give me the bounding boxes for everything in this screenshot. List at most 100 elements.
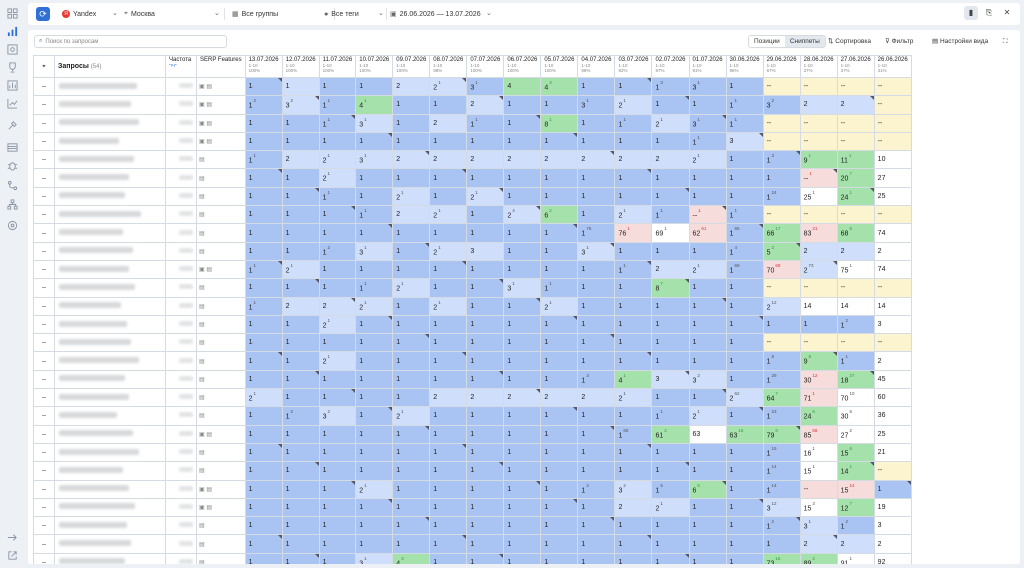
position-cell[interactable]: 1 <box>392 333 431 353</box>
position-cell[interactable]: --1 <box>688 205 727 225</box>
table-row[interactable]: – ▣ ▤ 1 1 1 1 1 1 1 1 1 1 1 1 11 3 -- -- -- -- <box>33 131 912 152</box>
collapse-toggle[interactable]: – <box>33 406 55 426</box>
position-cell[interactable]: 12 <box>318 241 357 261</box>
position-cell[interactable]: 1 <box>355 131 394 152</box>
position-cell[interactable]: 2 <box>836 95 875 115</box>
position-cell[interactable]: 25 <box>873 424 912 444</box>
position-cell[interactable]: 1 <box>281 131 320 152</box>
position-cell[interactable]: 1 <box>614 351 653 371</box>
position-cell[interactable]: 6617 <box>762 223 801 243</box>
position-cell[interactable]: 1 <box>281 442 320 463</box>
position-cell[interactable]: 1 <box>651 241 690 261</box>
position-cell[interactable]: 711 <box>799 388 838 408</box>
position-cell[interactable]: 1 <box>651 461 690 481</box>
table-row[interactable]: – ▤ 1 1 21 1 1 1 1 1 1 1 1 1 1 1 18 98 11 2 <box>33 351 912 371</box>
trend-icon[interactable] <box>6 98 18 110</box>
serp-features-cell[interactable]: ▤ <box>196 241 246 261</box>
date-column-header[interactable]: 04.07.2026 1-10 98% <box>577 55 616 78</box>
position-cell[interactable]: 21 <box>651 497 690 518</box>
position-cell[interactable]: 1 <box>725 296 764 316</box>
position-cell[interactable]: -- <box>836 278 875 298</box>
position-cell[interactable]: 11 <box>318 95 357 115</box>
position-cell[interactable]: 1 <box>429 278 468 298</box>
position-cell[interactable]: 1 <box>244 76 283 97</box>
position-cell[interactable]: 1 <box>318 369 357 390</box>
position-cell[interactable]: 45 <box>873 369 912 390</box>
position-cell[interactable]: 11 <box>466 113 505 133</box>
position-cell[interactable]: 65 <box>688 479 727 499</box>
position-cell[interactable]: 19 <box>873 497 912 518</box>
query-cell[interactable] <box>54 479 166 499</box>
position-cell[interactable]: 1 <box>577 442 616 463</box>
position-cell[interactable]: 1 <box>873 479 912 499</box>
position-cell[interactable]: 1 <box>503 424 542 444</box>
position-cell[interactable]: 1 <box>577 314 616 335</box>
position-cell[interactable]: 1 <box>392 424 431 444</box>
date-column-header[interactable]: 29.06.2026 1-10 67% <box>762 55 801 78</box>
query-cell[interactable] <box>54 113 166 133</box>
tab-snippets[interactable]: Сниппеты <box>784 36 825 47</box>
position-cell[interactable]: 1 <box>281 552 320 564</box>
position-cell[interactable]: 1 <box>540 168 579 188</box>
position-cell[interactable]: 7316 <box>762 552 801 564</box>
position-cell[interactable]: 21 <box>392 406 431 426</box>
position-cell[interactable]: -- <box>799 76 838 97</box>
date-column-header[interactable]: 27.06.2026 1-10 37% <box>836 55 875 78</box>
position-cell[interactable]: 1 <box>503 296 542 316</box>
position-cell[interactable]: 1 <box>392 223 431 243</box>
position-cell[interactable]: 21 <box>318 314 357 335</box>
collapse-toggle[interactable]: – <box>33 241 55 261</box>
position-cell[interactable]: 1 <box>725 534 764 554</box>
collapse-toggle[interactable]: – <box>33 259 55 280</box>
position-cell[interactable]: 1 <box>651 534 690 554</box>
position-cell[interactable]: 1 <box>392 168 431 188</box>
date-column-header[interactable]: 13.07.2026 1-10 100% <box>244 55 283 78</box>
serp-features-cell[interactable]: ▤ <box>196 150 246 170</box>
position-cell[interactable]: -- <box>762 205 801 225</box>
query-cell[interactable] <box>54 223 166 243</box>
position-cell[interactable]: 12 <box>577 479 616 499</box>
position-cell[interactable]: 32 <box>281 95 320 115</box>
position-cell[interactable]: 1 <box>244 186 283 207</box>
position-cell[interactable]: 1 <box>355 223 394 243</box>
serp-features-cell[interactable]: ▣ ▤ <box>196 497 246 518</box>
position-cell[interactable]: 6316 <box>725 424 764 444</box>
position-cell[interactable]: 1 <box>540 95 579 115</box>
position-cell[interactable]: 21 <box>318 168 357 188</box>
position-cell[interactable]: 123 <box>762 406 801 426</box>
position-cell[interactable]: 12 <box>244 95 283 115</box>
position-cell[interactable]: 1 <box>540 552 579 564</box>
date-column-header[interactable]: 28.06.2026 1-10 37% <box>799 55 838 78</box>
position-cell[interactable]: 27 <box>873 168 912 188</box>
position-cell[interactable]: -- <box>799 479 838 499</box>
position-cell[interactable]: 11 <box>318 113 357 133</box>
position-cell[interactable]: 1 <box>651 516 690 536</box>
date-column-header[interactable]: 07.07.2026 1-10 100% <box>466 55 505 78</box>
position-cell[interactable]: 11 <box>836 351 875 371</box>
position-cell[interactable]: 124 <box>762 186 801 207</box>
export-icon[interactable]: ⎘ <box>982 6 996 20</box>
position-cell[interactable]: 1 <box>318 552 357 564</box>
position-cell[interactable]: 153 <box>799 497 838 518</box>
position-cell[interactable]: 1 <box>318 278 357 298</box>
position-cell[interactable]: 1 <box>614 552 653 564</box>
crosshair-icon[interactable]: ⌖ <box>33 55 55 78</box>
position-cell[interactable]: 6261 <box>688 223 727 243</box>
query-cell[interactable] <box>54 314 166 335</box>
tags-select[interactable]: ● Все теги <box>324 3 359 25</box>
position-cell[interactable]: 31 <box>355 150 394 170</box>
sort-button[interactable]: ⇅ Сортировка <box>828 35 871 48</box>
apps-icon[interactable] <box>6 8 18 20</box>
position-cell[interactable]: 1 <box>540 351 579 371</box>
position-cell[interactable]: 21 <box>688 406 727 426</box>
position-cell[interactable]: -- <box>873 76 912 97</box>
position-cell[interactable]: 1 <box>429 424 468 444</box>
date-column-header[interactable]: 30.06.2026 1-10 96% <box>725 55 764 78</box>
position-cell[interactable]: 60 <box>873 388 912 408</box>
position-cell[interactable]: 1 <box>577 205 616 225</box>
query-cell[interactable] <box>54 461 166 481</box>
position-cell[interactable]: 21 <box>466 186 505 207</box>
position-cell[interactable]: 36 <box>873 406 912 426</box>
position-cell[interactable]: 2 <box>873 241 912 261</box>
chevron-down-icon[interactable]: ⌄ <box>112 9 118 17</box>
